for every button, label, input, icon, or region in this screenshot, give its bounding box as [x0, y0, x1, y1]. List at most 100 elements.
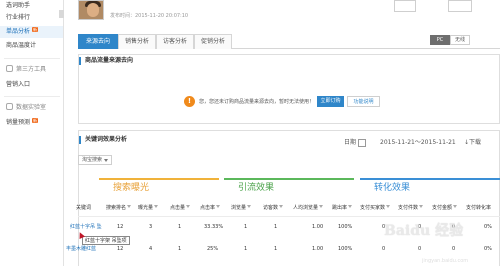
traffic-source-select[interactable]: 淘宝搜索	[78, 155, 112, 165]
tab-sales-analysis[interactable]: 销售分析	[118, 34, 156, 49]
column-header-clicks[interactable]: 点击量	[170, 203, 191, 213]
sort-icon	[216, 205, 221, 208]
table-cell: 1	[274, 246, 278, 252]
sidebar-section-data-lab[interactable]: 数据实验室	[0, 101, 63, 115]
keyword-link[interactable]: 丰墨木雕红蓝	[66, 244, 96, 254]
column-header-avg-pageviews[interactable]: 人均浏览量	[293, 203, 324, 213]
table-cell: 3	[149, 224, 153, 230]
watermark-brand: Baidu 经验	[384, 223, 464, 239]
feature-detail-button[interactable]: 功能说明	[347, 96, 380, 107]
group-search-exposure: 搜索曝光	[99, 178, 219, 198]
panel-title-text: 关键词效果分析	[85, 136, 128, 143]
table-cell: 4	[149, 246, 153, 252]
sidebar-item-marketing-entry[interactable]: 营销入口	[0, 79, 63, 91]
tab-source-destination[interactable]: 来源去向	[78, 34, 118, 49]
column-header-amount[interactable]: 支付金额	[432, 203, 458, 213]
panel-title-text: 商品流量来源去向	[85, 57, 134, 64]
product-action-button[interactable]	[394, 0, 416, 12]
divider	[78, 216, 500, 217]
device-toggle-wireless[interactable]: 无线	[450, 35, 470, 45]
column-header-pageviews[interactable]: 浏览量	[231, 203, 252, 213]
download-button[interactable]: ↓下载	[464, 138, 481, 148]
panel-title: 商品流量来源去向	[79, 55, 133, 67]
sidebar-item-industry-rank[interactable]: 行业排行	[0, 12, 63, 24]
tab-visitor-analysis[interactable]: 访客分析	[156, 34, 194, 49]
tools-icon	[6, 65, 13, 72]
table-cell: 33.33%	[204, 224, 224, 230]
column-header-visitors[interactable]: 访客数	[263, 203, 284, 213]
sidebar-item-label: 营销入口	[6, 81, 31, 88]
download-label: 下载	[469, 139, 482, 146]
sidebar-item-product-thermometer[interactable]: 商品温度计	[0, 40, 63, 52]
keyword-tooltip: 红蓝十字架 吊坠项	[82, 236, 130, 245]
sort-icon	[453, 205, 458, 208]
sidebar-item-label: 选词助手	[6, 2, 31, 9]
sidebar-section-third-party[interactable]: 第三方工具	[0, 63, 63, 77]
section-label: 第三方工具	[16, 66, 47, 73]
new-badge: 新	[32, 27, 39, 32]
table-cell: 12	[117, 246, 124, 252]
tab-promotion-analysis[interactable]: 促销分析	[194, 34, 232, 49]
new-badge: 新	[32, 118, 39, 123]
sidebar-item-product-analysis[interactable]: 单品分析新	[0, 26, 63, 38]
chevron-down-icon	[104, 159, 108, 162]
keyword-link[interactable]: 红蓝十字吊 坠	[70, 222, 102, 232]
sort-icon	[419, 205, 424, 208]
sidebar: 选词助手 行业排行 单品分析新 商品温度计 第三方工具 营销入口 数据实验室 销…	[0, 0, 64, 266]
group-conversion-effect: 转化效果	[360, 178, 500, 198]
divider	[4, 58, 60, 59]
table-cell: 1	[244, 224, 248, 230]
sort-icon	[154, 205, 159, 208]
column-header-bounce-rate[interactable]: 跳出率	[332, 203, 353, 213]
sort-icon	[186, 205, 191, 208]
table-cell: 1	[244, 246, 248, 252]
watermark-logo: Baidu 经验 jingyan.baidu.com	[384, 220, 500, 266]
table-cell: 1	[274, 224, 278, 230]
table-cell: 1	[178, 224, 182, 230]
subscribe-button[interactable]: 立即订购	[317, 96, 344, 107]
sidebar-item-label: 商品温度计	[6, 42, 37, 49]
sidebar-item-label: 销量预测	[6, 119, 31, 126]
column-header-buyers[interactable]: 支付买家数	[360, 203, 391, 213]
lab-icon	[6, 103, 13, 110]
sort-icon	[319, 205, 324, 208]
table-cell: 1.00	[312, 246, 324, 252]
column-header-impressions[interactable]: 曝光量	[138, 203, 159, 213]
device-toggle-pc[interactable]: PC	[430, 35, 450, 45]
publish-time: 发布时间：2015-11-20 20:07:10	[110, 13, 189, 19]
watermark-url: jingyan.baidu.com	[422, 258, 469, 264]
select-value: 淘宝搜索	[82, 157, 103, 163]
table-cell: 1.00	[312, 224, 324, 230]
sort-icon	[386, 205, 391, 208]
sort-icon	[127, 205, 132, 208]
main-content: 发布时间：2015-11-20 20:07:10 来源去向 销售分析 访客分析 …	[64, 0, 500, 266]
sidebar-item-keyword-helper[interactable]: 选词助手	[0, 0, 63, 12]
divider	[4, 96, 60, 97]
notice-message: 您，您还未订购商品流量来源去向，暂时无法使用！	[199, 99, 315, 105]
table-cell: 25%	[207, 246, 219, 252]
calendar-icon[interactable]	[358, 139, 366, 147]
column-header-search-rank[interactable]: 搜索排名	[106, 203, 132, 213]
column-header-items[interactable]: 支付件数	[398, 203, 424, 213]
sort-icon	[247, 205, 252, 208]
sort-icon	[348, 205, 353, 208]
sidebar-item-sales-forecast[interactable]: 销量预测新	[0, 117, 63, 129]
column-header-conversion[interactable]: 支付转化率	[466, 203, 491, 213]
table-cell: 100%	[338, 246, 353, 252]
product-thumbnail	[78, 0, 104, 20]
date-range[interactable]: 2015-11-21～2015-11-21	[380, 138, 456, 148]
date-label: 日期	[344, 139, 357, 146]
column-header-keyword: 关键词	[76, 205, 92, 211]
warning-icon: !	[184, 96, 195, 107]
sidebar-item-label: 单品分析	[6, 28, 31, 35]
sort-icon	[279, 205, 284, 208]
sidebar-item-label: 行业排行	[6, 14, 31, 21]
table-cell: 1	[178, 246, 182, 252]
column-header-ctr[interactable]: 点击率	[200, 203, 221, 213]
table-cell: 12	[117, 224, 124, 230]
panel-title: 关键词效果分析	[79, 134, 127, 146]
section-label: 数据实验室	[16, 104, 47, 111]
table-cell: 100%	[338, 224, 353, 230]
group-traffic-effect: 引流效果	[224, 178, 354, 198]
product-action-button[interactable]	[448, 0, 472, 12]
